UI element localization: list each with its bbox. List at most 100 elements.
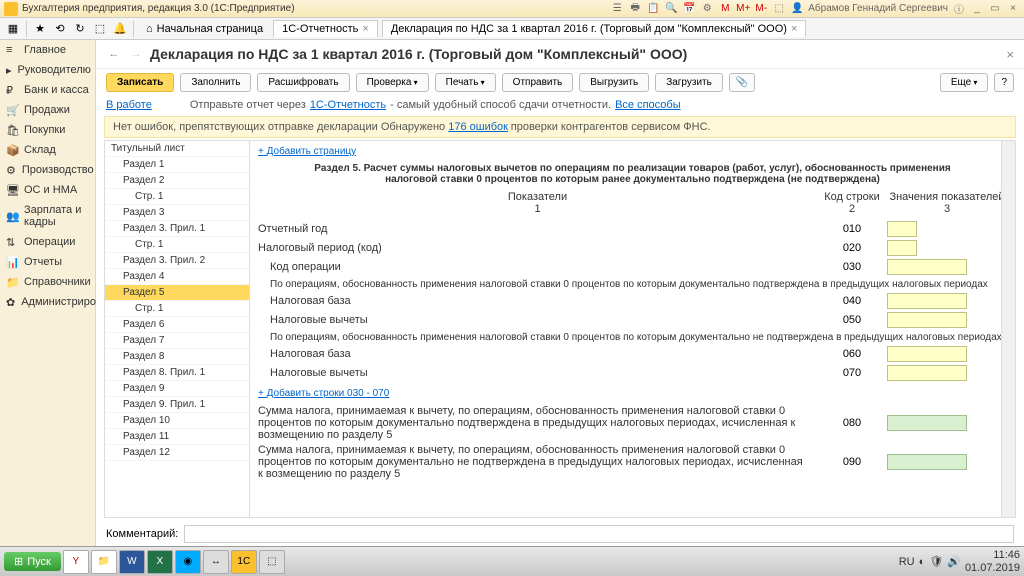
- field-030[interactable]: [887, 259, 967, 275]
- clock[interactable]: 11:46 01.07.2019: [965, 549, 1020, 573]
- taskbar-app[interactable]: Y: [63, 550, 89, 574]
- add-lines-link[interactable]: Добавить строки 030 - 070: [258, 388, 389, 399]
- section-item[interactable]: Раздел 3: [105, 205, 249, 221]
- field-090[interactable]: [887, 454, 967, 470]
- comment-input[interactable]: [184, 525, 1014, 543]
- nav-stock[interactable]: 📦Склад: [0, 140, 95, 160]
- section-item[interactable]: Раздел 1: [105, 157, 249, 173]
- check-button[interactable]: Проверка: [356, 73, 429, 92]
- attach-button[interactable]: 📎: [729, 73, 755, 92]
- status-inwork-link[interactable]: В работе: [106, 99, 152, 111]
- field-070[interactable]: [887, 365, 967, 381]
- nav-production[interactable]: ⚙Производство: [0, 160, 95, 180]
- section-item[interactable]: Стр. 1: [105, 189, 249, 205]
- page-close-icon[interactable]: ×: [1006, 47, 1014, 62]
- nav-bank[interactable]: ₽Банк и касса: [0, 80, 95, 100]
- load-button[interactable]: Загрузить: [655, 73, 723, 92]
- nav-sales[interactable]: 🛒Продажи: [0, 100, 95, 120]
- nav-admin[interactable]: ✿Администрирование: [0, 292, 95, 312]
- minimize-icon[interactable]: _: [970, 2, 984, 16]
- nav-operations[interactable]: ⇅Операции: [0, 232, 95, 252]
- nav-reports[interactable]: 📊Отчеты: [0, 252, 95, 272]
- back-icon[interactable]: ←: [106, 46, 122, 62]
- section-item[interactable]: Раздел 4: [105, 269, 249, 285]
- unload-button[interactable]: Выгрузить: [579, 73, 649, 92]
- section-item[interactable]: Раздел 11: [105, 429, 249, 445]
- fill-button[interactable]: Заполнить: [180, 73, 251, 92]
- bell-icon[interactable]: 🔔: [111, 20, 129, 38]
- taskbar-app[interactable]: ↔: [203, 550, 229, 574]
- taskbar-app[interactable]: ⬚: [259, 550, 285, 574]
- user-icon[interactable]: 👤: [790, 2, 804, 16]
- section-item[interactable]: Стр. 1: [105, 301, 249, 317]
- taskbar-app[interactable]: 📁: [91, 550, 117, 574]
- taskbar-word[interactable]: W: [119, 550, 145, 574]
- tab-1c-reporting[interactable]: 1С-Отчетность ×: [273, 20, 378, 37]
- tb-icon[interactable]: 🖶: [628, 2, 642, 16]
- tb-icon[interactable]: 🔍: [664, 2, 678, 16]
- close-icon[interactable]: ×: [1006, 2, 1020, 16]
- field-010[interactable]: [887, 221, 917, 237]
- tb-icon[interactable]: 📅: [682, 2, 696, 16]
- section-item[interactable]: Раздел 8. Прил. 1: [105, 365, 249, 381]
- field-060[interactable]: [887, 346, 967, 362]
- taskbar-1c[interactable]: 1C: [231, 550, 257, 574]
- field-020[interactable]: [887, 240, 917, 256]
- print-button[interactable]: Печать: [435, 73, 496, 92]
- forward-icon[interactable]: →: [128, 46, 144, 62]
- record-button[interactable]: Записать: [106, 73, 174, 92]
- tab-declaration[interactable]: Декларация по НДС за 1 квартал 2016 г. (…: [382, 20, 807, 37]
- nav-main[interactable]: ≡Главное: [0, 40, 95, 60]
- status-link-1c[interactable]: 1С-Отчетность: [310, 99, 386, 111]
- section-item[interactable]: Раздел 5: [105, 285, 249, 301]
- field-040[interactable]: [887, 293, 967, 309]
- field-050[interactable]: [887, 312, 967, 328]
- tab-close-icon[interactable]: ×: [362, 23, 368, 35]
- section-item[interactable]: Раздел 9. Прил. 1: [105, 397, 249, 413]
- section-item[interactable]: Раздел 3. Прил. 1: [105, 221, 249, 237]
- tray-icon[interactable]: 🔊: [947, 555, 961, 568]
- more-button[interactable]: Еще: [940, 73, 989, 92]
- lang-indicator[interactable]: RU: [899, 556, 915, 568]
- nav-manager[interactable]: ▸Руководителю: [0, 60, 95, 80]
- add-page-link[interactable]: Добавить страницу: [258, 146, 356, 157]
- section-item[interactable]: Стр. 1: [105, 237, 249, 253]
- tb-m[interactable]: M: [718, 2, 732, 16]
- home-tab[interactable]: ⌂ Начальная страница: [138, 23, 271, 35]
- tray-icon[interactable]: 🛡: [929, 555, 943, 568]
- taskbar-app[interactable]: ◉: [175, 550, 201, 574]
- taskbar-excel[interactable]: X: [147, 550, 173, 574]
- section-item[interactable]: Раздел 3. Прил. 2: [105, 253, 249, 269]
- tb-icon[interactable]: ☰: [610, 2, 624, 16]
- scrollbar[interactable]: [1001, 141, 1015, 517]
- decode-button[interactable]: Расшифровать: [257, 73, 349, 92]
- info-icon[interactable]: ⓘ: [952, 2, 966, 16]
- help-button[interactable]: ?: [994, 73, 1014, 92]
- tb-icon[interactable]: 📋: [646, 2, 660, 16]
- section-item[interactable]: Раздел 6: [105, 317, 249, 333]
- nav-os-nma[interactable]: 🖥ОС и НМА: [0, 180, 95, 200]
- refresh-icon[interactable]: ↻: [71, 20, 89, 38]
- star-icon[interactable]: ★: [31, 20, 49, 38]
- tray-icon[interactable]: ◐: [919, 556, 926, 568]
- tb-m[interactable]: M+: [736, 2, 750, 16]
- send-button[interactable]: Отправить: [502, 73, 574, 92]
- section-item[interactable]: Раздел 9: [105, 381, 249, 397]
- section-item[interactable]: Раздел 8: [105, 349, 249, 365]
- section-item[interactable]: Раздел 10: [105, 413, 249, 429]
- section-item[interactable]: Титульный лист: [105, 141, 249, 157]
- tb-m[interactable]: M-: [754, 2, 768, 16]
- tab-close-icon[interactable]: ×: [791, 23, 797, 35]
- field-080[interactable]: [887, 415, 967, 431]
- warn-errors-link[interactable]: 176 ошибок: [448, 121, 508, 133]
- section-item[interactable]: Раздел 12: [105, 445, 249, 461]
- nav-salary[interactable]: 👥Зарплата и кадры: [0, 200, 95, 232]
- start-button[interactable]: ⊞Пуск: [4, 552, 61, 571]
- section-item[interactable]: Раздел 2: [105, 173, 249, 189]
- section-item[interactable]: Раздел 7: [105, 333, 249, 349]
- apps-grid-icon[interactable]: ▦: [4, 20, 22, 38]
- window-icon[interactable]: ⬚: [91, 20, 109, 38]
- tb-icon[interactable]: ⬚: [772, 2, 786, 16]
- tb-icon[interactable]: ⚙: [700, 2, 714, 16]
- status-link-all[interactable]: Все способы: [615, 99, 681, 111]
